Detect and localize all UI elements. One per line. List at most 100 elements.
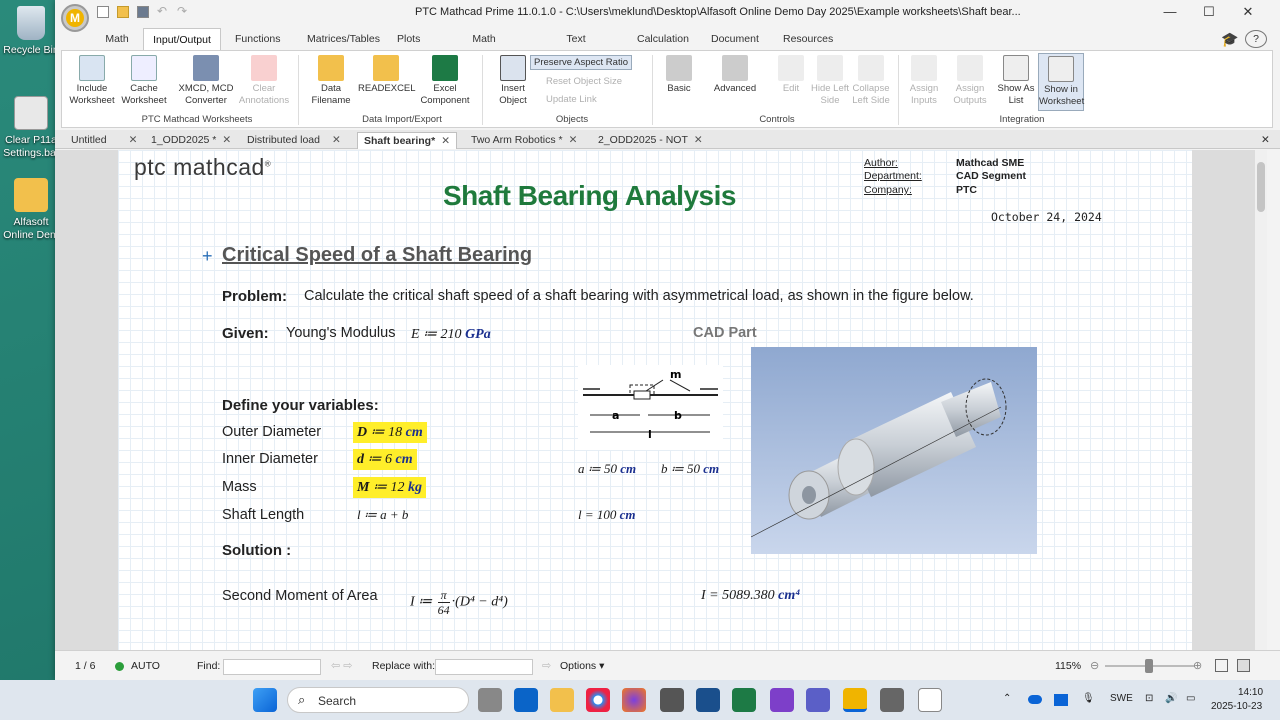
a-definition[interactable]: a ≔ 50 cm [578, 461, 636, 477]
tab-matrices-tables[interactable]: Matrices/Tables [301, 28, 380, 51]
collapse-left-side-button[interactable]: Collapse Left Side [850, 55, 892, 107]
open-folder-icon[interactable] [117, 6, 129, 18]
tab-math[interactable]: Math [97, 28, 137, 51]
hide-left-side-button[interactable]: Hide Left Side [810, 55, 850, 107]
page-view-icon[interactable] [1215, 659, 1228, 672]
readexcel-button[interactable]: READEXCEL [358, 55, 416, 95]
zoom-slider-thumb[interactable] [1145, 659, 1153, 673]
second-moment-result[interactable]: I = 5089.380 cm⁴ [701, 588, 800, 604]
visual-studio-icon[interactable] [770, 688, 794, 712]
microphone-icon[interactable]: 🎙 [1082, 693, 1095, 704]
inner-diameter-expression[interactable]: d ≔ 6 cm [353, 449, 417, 470]
taskbar-search[interactable]: ⌕ Search [287, 687, 469, 713]
new-document-icon[interactable] [97, 6, 109, 18]
zoom-in-icon[interactable]: ⊕ [1193, 659, 1202, 672]
help-icon[interactable]: ? [1245, 30, 1267, 48]
replace-arrow-icon[interactable]: ⇨ [542, 659, 551, 672]
close-tab-icon[interactable]: ✕ [129, 134, 138, 146]
tab-math-formatting[interactable]: Math Formatting [441, 28, 527, 67]
tab-resources[interactable]: Resources [777, 28, 833, 51]
show-in-worksheet-button[interactable]: Show in Worksheet [1038, 53, 1084, 111]
advanced-controls-button[interactable]: Advanced [710, 55, 760, 95]
calc-mode-label[interactable]: AUTO [131, 660, 160, 672]
draft-view-icon[interactable] [1237, 659, 1250, 672]
close-tab-icon[interactable]: ✕ [332, 134, 341, 146]
doc-tab-odd2025-not[interactable]: 2_ODD2025 - NOT ✕ [592, 132, 703, 149]
show-hidden-icons[interactable]: ⌃ [1003, 693, 1011, 704]
b-definition[interactable]: b ≔ 50 cm [661, 461, 719, 477]
replace-input[interactable] [435, 659, 533, 675]
tab-input-output[interactable]: Input/Output [143, 28, 221, 51]
mathcad-m-icon[interactable] [660, 688, 684, 712]
chrome-icon[interactable] [586, 688, 610, 712]
battery-icon[interactable]: ▭ [1186, 693, 1195, 704]
outlook-icon[interactable] [514, 688, 538, 712]
reset-object-size-button[interactable]: Reset Object Size [546, 76, 622, 87]
snipping-tool-icon[interactable] [880, 688, 904, 712]
close-button[interactable]: ✕ [1233, 3, 1263, 23]
find-prev-next-icon[interactable]: ⇦ ⇨ [331, 659, 353, 672]
edit-control-button[interactable]: Edit [774, 55, 808, 95]
excel-component-button[interactable]: Excel Component [418, 55, 472, 107]
mathcad-taskbar-icon[interactable] [843, 688, 867, 712]
tray-app-icon[interactable] [1054, 694, 1068, 706]
file-explorer-icon[interactable] [550, 688, 574, 712]
google-icon[interactable] [918, 688, 942, 712]
close-all-tabs-icon[interactable]: ✕ [1255, 132, 1271, 149]
undo-icon[interactable]: ↶ [157, 5, 169, 18]
preserve-aspect-ratio-toggle[interactable]: Preserve Aspect Ratio [530, 55, 632, 70]
find-input[interactable] [223, 659, 321, 675]
assign-outputs-button[interactable]: Assign Outputs [948, 55, 992, 107]
zoom-out-icon[interactable]: ⊖ [1090, 659, 1099, 672]
save-icon[interactable] [137, 6, 149, 18]
data-filename-button[interactable]: Data Filename [308, 55, 354, 107]
volume-icon[interactable]: 🔊 [1165, 693, 1177, 704]
outer-diameter-expression[interactable]: D ≔ 18 cm [353, 422, 427, 443]
tab-plots[interactable]: Plots [391, 28, 425, 51]
doc-tab-two-arm-robotics[interactable]: Two Arm Robotics * ✕ [465, 132, 577, 149]
clock-time[interactable]: 14:10 [1238, 687, 1263, 698]
scrollbar-thumb[interactable] [1257, 162, 1265, 212]
firefox-icon[interactable] [622, 688, 646, 712]
options-dropdown[interactable]: Options ▾ [560, 660, 604, 672]
close-tab-icon[interactable]: ✕ [694, 134, 703, 146]
show-as-list-button[interactable]: Show As List [996, 55, 1036, 107]
worksheet-page[interactable]: ptc mathcad® Shaft Bearing Analysis Auth… [118, 150, 1192, 650]
cad-part-image[interactable] [750, 347, 1037, 554]
keyboard-language[interactable]: SWE [1110, 693, 1133, 704]
doc-tab-untitled[interactable]: Untitled ✕ [65, 132, 141, 149]
clock-date[interactable]: 2025-10-23 [1211, 701, 1262, 712]
close-tab-icon[interactable]: ✕ [441, 135, 450, 147]
close-tab-icon[interactable]: ✕ [569, 134, 578, 146]
assign-inputs-button[interactable]: Assign Inputs [904, 55, 944, 107]
tab-document[interactable]: Document [705, 28, 759, 51]
windows-start-icon[interactable] [253, 688, 277, 712]
tab-functions[interactable]: Functions [229, 28, 285, 51]
clear-annotations-button[interactable]: Clear Annotations [236, 55, 292, 107]
learning-cap-icon[interactable]: 🎓 [1215, 28, 1238, 51]
task-view-icon[interactable] [478, 688, 502, 712]
vertical-scrollbar[interactable] [1255, 150, 1267, 650]
alfasoft-folder-shortcut[interactable]: Alfasoft Online Dem [0, 178, 62, 242]
section-expand-icon[interactable]: + [202, 246, 213, 267]
youngs-modulus-expression[interactable]: E ≔ 210 GPa [411, 326, 491, 343]
tab-calculation[interactable]: Calculation [631, 28, 689, 51]
minimize-button[interactable]: — [1155, 3, 1185, 23]
basic-controls-button[interactable]: Basic [660, 55, 698, 95]
maximize-button[interactable]: ☐ [1194, 3, 1224, 23]
second-moment-expression[interactable]: I ≔ π 64 ·(D⁴ − d⁴) [410, 588, 508, 617]
app-icon[interactable] [696, 688, 720, 712]
xmcd-converter-button[interactable]: XMCD, MCD Converter [178, 55, 234, 107]
length-result[interactable]: l = 100 cm [578, 507, 636, 523]
close-tab-icon[interactable]: ✕ [222, 134, 231, 146]
shaft-length-expression[interactable]: l ≔ a + b [357, 507, 408, 523]
include-worksheet-button[interactable]: Include Worksheet [67, 55, 117, 107]
cache-worksheet-button[interactable]: Cache Worksheet [119, 55, 169, 107]
clear-settings-shortcut[interactable]: Clear P11a Settings.bat [0, 96, 62, 160]
mass-expression[interactable]: M ≔ 12 kg [353, 477, 426, 498]
recycle-bin-shortcut[interactable]: Recycle Bin [0, 6, 62, 57]
redo-icon[interactable]: ↷ [177, 5, 189, 18]
network-icon[interactable]: ⊡ [1145, 693, 1153, 704]
onedrive-icon[interactable] [1028, 695, 1042, 704]
tab-text-formatting[interactable]: Text Formatting [540, 28, 612, 67]
